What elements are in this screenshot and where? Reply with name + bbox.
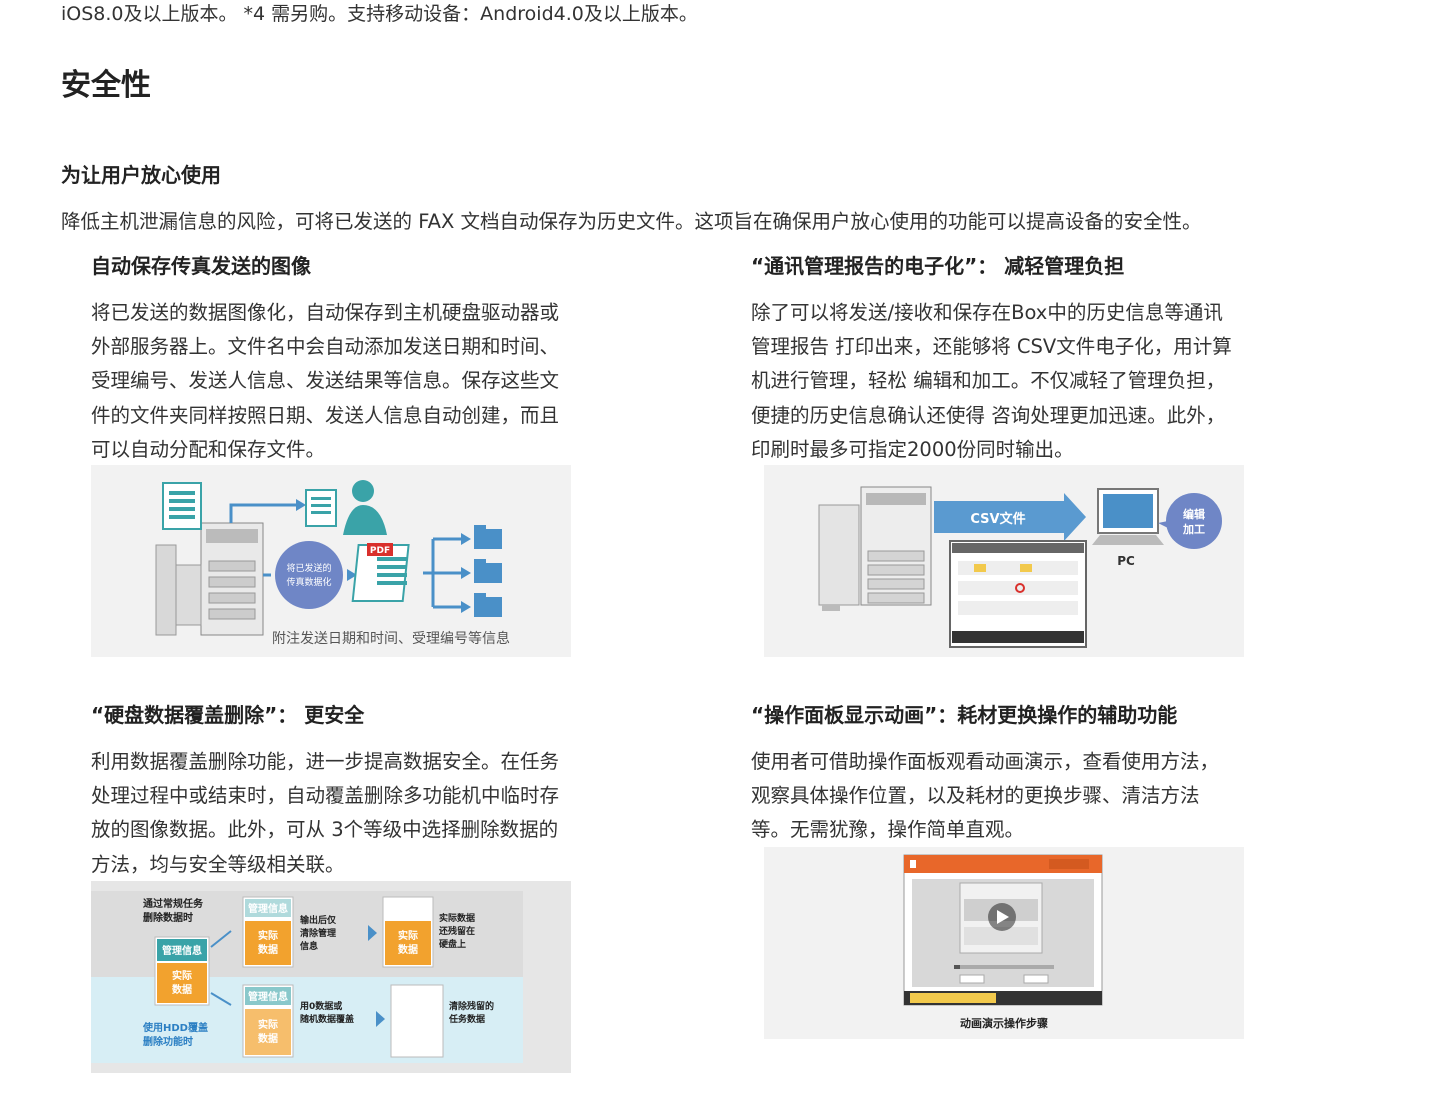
mgmt-info-label: 管理信息 xyxy=(162,944,202,957)
description-line: 便捷的历史信息确认还使得 咨询处理更加迅速。此外， xyxy=(751,403,1226,427)
feature-title: 自动保存传真发送的图像 xyxy=(91,254,311,278)
hdd-overwrite-figure: 通过常规任务 删除数据时 使用HDD覆盖 删除功能时 管理信息 实际 数据 管理… xyxy=(91,881,571,1073)
document-icon xyxy=(162,482,202,530)
bubble-label-2: 加工 xyxy=(1182,522,1205,536)
folder-icon xyxy=(474,559,502,583)
mgmt-info-overwrite: 管理信息 xyxy=(248,990,288,1003)
actual-data-top-1: 实际 xyxy=(258,929,278,942)
description-line: 将已发送的数据图像化，自动保存到主机硬盘驱动器或 xyxy=(91,301,560,324)
pc-label: PC xyxy=(1117,554,1135,568)
description-line: 管理报告 打印出来，还能够将 CSV文件电子化，用计算 xyxy=(751,335,1232,359)
description-line: 处理过程中或结束时，自动覆盖删除多功能机中临时存 xyxy=(91,784,560,808)
folder-icon xyxy=(474,525,502,549)
top-desc-2: 清除管理 xyxy=(300,927,336,939)
feature-description: 使用者可借助操作面板观看动画演示，查看使用方法， 观察具体操作位置，以及耗材的更… xyxy=(751,745,1251,848)
csv-report-figure: CSV文件 PC 编辑 加工 xyxy=(764,465,1244,657)
feature-title: “通讯管理报告的电子化”： 减轻管理负担 xyxy=(751,254,1125,278)
actual-data-label-2: 数据 xyxy=(172,983,192,996)
feature-description: 将已发送的数据图像化，自动保存到主机硬盘驱动器或 外部服务器上。文件名中会自动添… xyxy=(91,296,606,467)
bottom-result-2: 任务数据 xyxy=(448,1013,485,1025)
bottom-result-1: 清除残留的 xyxy=(449,1000,494,1012)
description-line: 放的图像数据。此外，可从 3个等级中选择删除数据的 xyxy=(91,818,559,842)
feature-title: “操作面板显示动画”：耗材更换操作的辅助功能 xyxy=(751,703,1178,727)
printer-icon xyxy=(818,486,932,611)
bottom-desc-1: 用0数据或 xyxy=(299,1000,342,1012)
feature-title: “硬盘数据覆盖删除”： 更安全 xyxy=(91,703,365,727)
pc-icon xyxy=(1092,488,1164,545)
actual-data-remain-1: 实际 xyxy=(398,929,418,942)
description-line: 利用数据覆盖删除功能，进一步提高数据安全。在任务 xyxy=(91,750,560,773)
circle-label-1: 将已发送的 xyxy=(286,562,331,574)
actual-data-top-2: 数据 xyxy=(258,943,278,956)
top-result-1: 实际数据 xyxy=(439,912,475,924)
circle-label-2: 传真数据化 xyxy=(286,576,331,588)
feature-description: 除了可以将发送/接收和保存在Box中的历史信息等通讯 管理报告 打印出来，还能够… xyxy=(751,296,1281,467)
normal-label-1: 通过常规任务 xyxy=(143,897,204,910)
description-line: 印刷时最多可指定2000份同时输出。 xyxy=(751,437,1074,461)
top-desc-3: 信息 xyxy=(300,940,318,952)
description-line: 可以自动分配和保存文件。 xyxy=(91,437,326,461)
description-line: 除了可以将发送/接收和保存在Box中的历史信息等通讯 xyxy=(751,301,1223,324)
panel-animation-figure: 动画演示操作步骤 xyxy=(764,847,1244,1039)
actual-data-remain-2: 数据 xyxy=(398,943,418,956)
report-screen xyxy=(949,540,1087,648)
feature-hdd-overwrite: “硬盘数据覆盖删除”： 更安全 利用数据覆盖删除功能，进一步提高数据安全。在任务… xyxy=(91,701,606,882)
figure-caption: 动画演示操作步骤 xyxy=(960,1016,1048,1030)
document-icon xyxy=(305,489,337,527)
top-result-3: 硬盘上 xyxy=(439,938,466,950)
top-result-2: 还残留在 xyxy=(438,925,475,937)
normal-label-2: 删除数据时 xyxy=(143,911,193,924)
description-line: 件的文件夹同样按照日期、发送人信息自动创建，而且 xyxy=(91,403,560,427)
bottom-desc-2: 随机数据覆盖 xyxy=(300,1013,354,1025)
feature-panel-animation: “操作面板显示动画”：耗材更换操作的辅助功能 使用者可借助操作面板观看动画演示，… xyxy=(751,701,1251,848)
actual-data-label-1: 实际 xyxy=(172,969,192,982)
description-line: 外部服务器上。文件名中会自动添加发送日期和时间、 xyxy=(91,335,560,359)
feature-report-digitization: “通讯管理报告的电子化”： 减轻管理负担 除了可以将发送/接收和保存在Box中的… xyxy=(751,252,1281,467)
printer-icon xyxy=(155,522,264,636)
arrow-label: CSV文件 xyxy=(970,511,1025,527)
pdf-label: PDF xyxy=(370,546,390,556)
mgmt-info-faded: 管理信息 xyxy=(248,902,288,915)
feature-description: 利用数据覆盖删除功能，进一步提高数据安全。在任务 处理过程中或结束时，自动覆盖删… xyxy=(91,745,606,882)
description-line: 机进行管理，轻松 编辑和加工。不仅减轻了管理负担， xyxy=(751,369,1226,393)
arrow-icon xyxy=(229,503,296,523)
fax-save-figure: 将已发送的 传真数据化 PDF 附注发送日期和时间、受理编号等信息 xyxy=(91,465,571,657)
fax-digitize-circle xyxy=(275,541,343,609)
folder-icon xyxy=(474,593,502,617)
top-desc-1: 输出后仅 xyxy=(300,914,337,926)
bubble-label-1: 编辑 xyxy=(1183,507,1205,521)
description-line: 观察具体操作位置，以及耗材的更换步骤、清洁方法 xyxy=(751,784,1200,808)
intro-text: 降低主机泄漏信息的风险，可将已发送的 FAX 文档自动保存为历史文件。这项旨在确… xyxy=(61,210,1202,233)
actual-data-overwrite-2: 数据 xyxy=(258,1032,278,1045)
description-line: 受理编号、发送人信息、发送结果等信息。保存这些文 xyxy=(91,369,560,393)
hdd-label-1: 使用HDD覆盖 xyxy=(142,1021,208,1034)
feature-fax-image-save: 自动保存传真发送的图像 将已发送的数据图像化，自动保存到主机硬盘驱动器或 外部服… xyxy=(91,252,606,467)
description-line: 等。无需犹豫，操作简单直观。 xyxy=(751,818,1025,842)
section-title: 安全性 xyxy=(61,68,151,103)
hdd-label-2: 删除功能时 xyxy=(143,1035,193,1048)
description-line: 方法，均与安全等级相关联。 xyxy=(91,852,345,876)
figure-caption: 附注发送日期和时间、受理编号等信息 xyxy=(272,630,510,647)
edit-bubble xyxy=(1166,493,1222,549)
actual-data-overwrite-1: 实际 xyxy=(258,1018,278,1031)
description-line: 使用者可借助操作面板观看动画演示，查看使用方法， xyxy=(751,750,1220,773)
sub-title: 为让用户放心使用 xyxy=(61,163,221,187)
person-icon xyxy=(343,480,387,535)
top-text: iOS8.0及以上版本。 *4 需另购。支持移动设备：Android4.0及以上… xyxy=(61,3,698,25)
